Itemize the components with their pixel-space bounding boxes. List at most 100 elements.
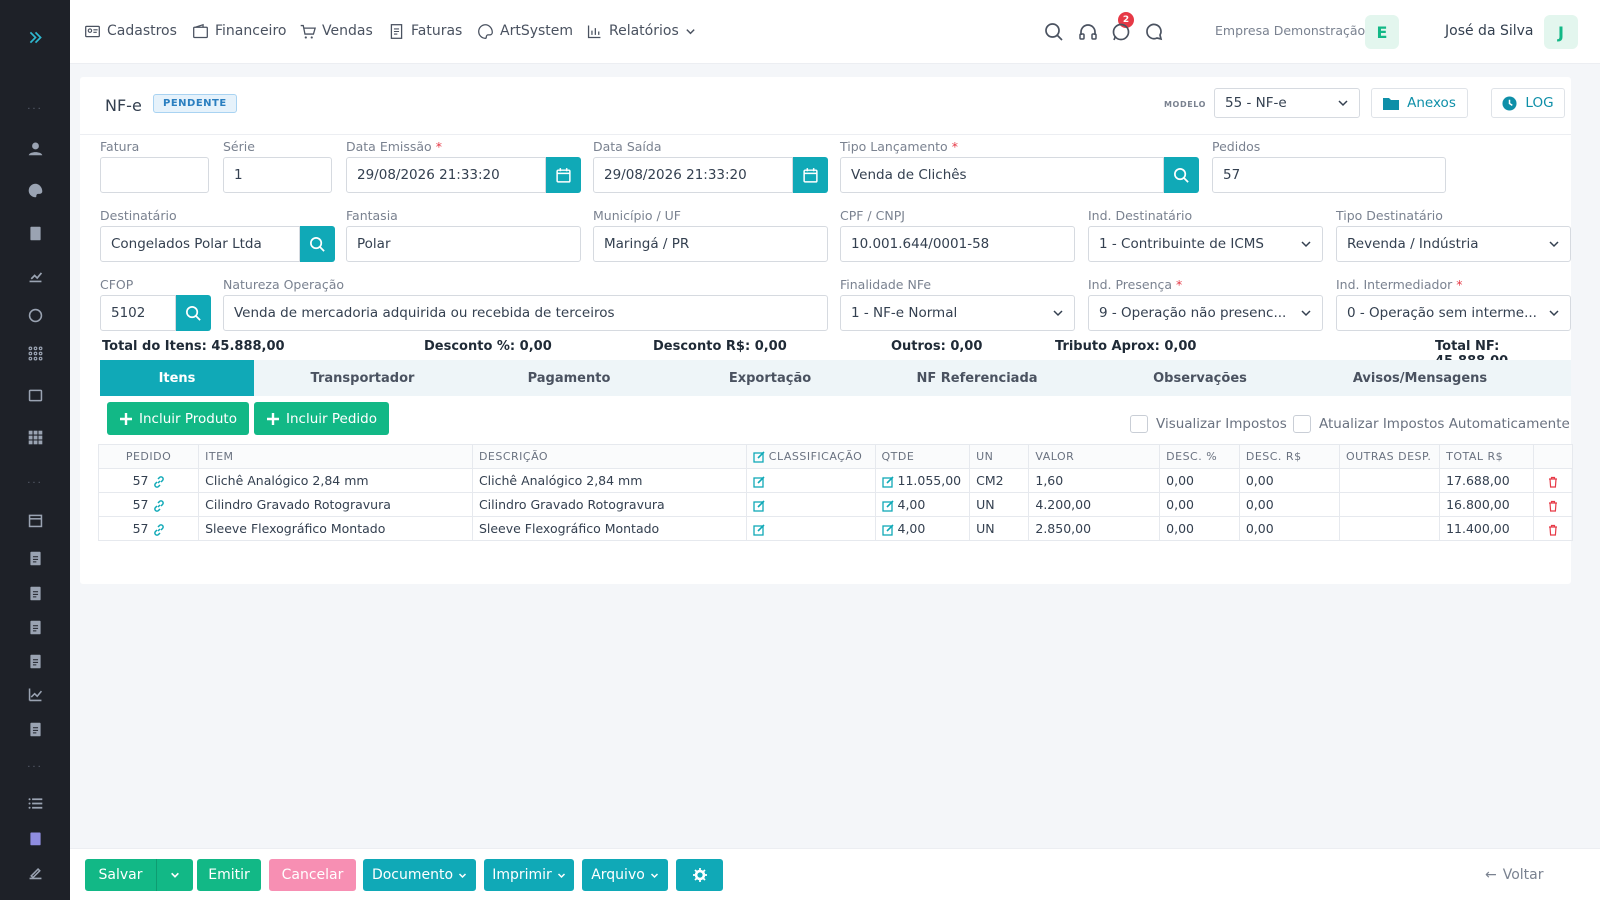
chevron-down-icon <box>1549 241 1559 248</box>
nav-cadastros[interactable]: Cadastros <box>84 0 177 62</box>
modelo-select[interactable]: 55 - NF-e <box>1214 88 1360 118</box>
chart-icon[interactable] <box>0 264 70 286</box>
file-text-icon[interactable] <box>0 650 70 672</box>
fantasia-input[interactable]: Polar <box>346 226 581 262</box>
headset-icon[interactable] <box>1077 21 1099 43</box>
imprimir-dropdown[interactable]: Imprimir <box>484 859 574 891</box>
pedidos-input[interactable]: 57 <box>1212 157 1446 193</box>
link-icon[interactable] <box>153 475 165 488</box>
edit-icon[interactable] <box>753 523 765 536</box>
fatura-input[interactable] <box>100 157 209 193</box>
link-icon[interactable] <box>153 523 165 536</box>
palette-icon[interactable] <box>0 179 70 201</box>
arquivo-label: Arquivo <box>591 867 645 883</box>
tab-pagamento[interactable]: Pagamento <box>494 360 644 396</box>
table-row[interactable]: 57 Clichê Analógico 2,84 mm Clichê Analó… <box>97 468 1573 493</box>
trash-icon[interactable] <box>1547 500 1559 512</box>
whatsapp-icon[interactable] <box>1110 21 1132 43</box>
nav-vendas[interactable]: Vendas <box>299 0 373 62</box>
edit-icon[interactable] <box>881 499 894 512</box>
cfop-search-button[interactable] <box>176 295 211 331</box>
cart-icon <box>300 24 316 39</box>
anexos-label: Anexos <box>1407 95 1456 111</box>
salvar-button[interactable]: Salvar <box>85 859 156 891</box>
tab-itens[interactable]: Itens <box>100 360 254 396</box>
destinatario-search-button[interactable] <box>300 226 335 262</box>
nav-relatorios[interactable]: Relatórios <box>586 0 696 62</box>
arquivo-dropdown[interactable]: Arquivo <box>582 859 668 891</box>
edit-icon[interactable] <box>753 475 765 488</box>
user-avatar[interactable]: J <box>1544 15 1578 49</box>
file-text-icon[interactable] <box>0 547 70 569</box>
natureza-input[interactable]: Venda de mercadoria adquirida ou recebid… <box>223 295 828 331</box>
data-saida-input[interactable]: 29/08/2026 21:33:20 <box>593 157 793 193</box>
municipio-input[interactable]: Maringá / PR <box>593 226 828 262</box>
data-emissao-calendar-button[interactable] <box>546 157 581 193</box>
edit-icon[interactable] <box>881 475 894 488</box>
tab-nf-referenciada[interactable]: NF Referenciada <box>892 360 1062 396</box>
nav-faturas[interactable]: Faturas <box>388 0 462 62</box>
ind-destinatario-select[interactable]: 1 - Contribuinte de ICMS <box>1088 226 1323 262</box>
edit-icon[interactable] <box>753 499 765 512</box>
search-icon[interactable] <box>1043 21 1065 43</box>
documento-dropdown[interactable]: Documento <box>363 859 476 891</box>
nav-financeiro[interactable]: Financeiro <box>192 0 286 62</box>
tipo-lancamento-search-button[interactable] <box>1164 157 1199 193</box>
ind-presenca-select[interactable]: 9 - Operação não presenc... <box>1088 295 1323 331</box>
tab-avisos-mensagens[interactable]: Avisos/Mensagens <box>1335 360 1505 396</box>
line-chart-icon[interactable] <box>0 683 70 705</box>
voltar-link[interactable]: ← Voltar <box>1485 867 1544 883</box>
edit-icon[interactable] <box>753 451 765 463</box>
list-icon[interactable] <box>0 792 70 814</box>
cancelar-button[interactable]: Cancelar <box>269 859 356 891</box>
checkbox-box[interactable] <box>1130 415 1148 433</box>
cnpj-input[interactable]: 10.001.644/0001-58 <box>840 226 1075 262</box>
whatsapp-icon[interactable] <box>0 304 70 326</box>
chat-icon[interactable] <box>1143 21 1165 43</box>
file-text-icon[interactable] <box>0 718 70 740</box>
user-icon[interactable] <box>0 137 70 159</box>
edit-icon[interactable] <box>881 523 894 536</box>
checkbox-box[interactable] <box>1293 415 1311 433</box>
table-row[interactable]: 57 Sleeve Flexográfico Montado Sleeve Fl… <box>97 516 1573 541</box>
cfop-input[interactable]: 5102 <box>100 295 176 331</box>
file-text-icon[interactable] <box>0 582 70 604</box>
tab-observacoes[interactable]: Observações <box>1125 360 1275 396</box>
serie-input[interactable]: 1 <box>223 157 332 193</box>
ind-intermediador-select[interactable]: 0 - Operação sem interme... <box>1336 295 1571 331</box>
destinatario-input[interactable]: Congelados Polar Ltda <box>100 226 300 262</box>
user-name[interactable]: José da Silva <box>1445 23 1534 39</box>
trash-icon[interactable] <box>1547 524 1559 536</box>
grid-dots-icon[interactable] <box>0 342 70 364</box>
apps-grid-icon[interactable] <box>0 426 70 448</box>
tab-transportador[interactable]: Transportador <box>280 360 445 396</box>
inbox-icon[interactable] <box>0 384 70 406</box>
expand-menu-icon[interactable] <box>0 26 70 48</box>
salvar-dropdown-button[interactable] <box>156 859 193 891</box>
tipo-destinatario-select[interactable]: Revenda / Indústria <box>1336 226 1571 262</box>
finalidade-select[interactable]: 1 - NF-e Normal <box>840 295 1075 331</box>
anexos-button[interactable]: Anexos <box>1371 88 1468 118</box>
tipo-lancamento-input[interactable]: Venda de Clichês <box>840 157 1164 193</box>
chevron-down-icon <box>686 28 695 34</box>
tab-exportacao[interactable]: Exportação <box>695 360 845 396</box>
data-emissao-input[interactable]: 29/08/2026 21:33:20 <box>346 157 546 193</box>
signature-icon[interactable] <box>0 861 70 883</box>
link-icon[interactable] <box>153 499 165 512</box>
clipboard-icon[interactable] <box>0 827 70 849</box>
company-avatar[interactable]: E <box>1365 15 1399 49</box>
trash-icon[interactable] <box>1547 476 1559 488</box>
incluir-pedido-button[interactable]: Incluir Pedido <box>254 402 389 435</box>
calendar-icon[interactable] <box>0 509 70 531</box>
settings-button[interactable] <box>676 859 723 891</box>
document-icon[interactable] <box>0 222 70 244</box>
emitir-button[interactable]: Emitir <box>197 859 261 891</box>
atualizar-impostos-checkbox[interactable]: Atualizar Impostos Automaticamente <box>1293 415 1570 433</box>
file-text-icon[interactable] <box>0 616 70 638</box>
nav-artsystem[interactable]: ArtSystem <box>477 0 573 62</box>
table-row[interactable]: 57 Cilindro Gravado Rotogravura Cilindro… <box>97 492 1573 517</box>
data-saida-calendar-button[interactable] <box>793 157 828 193</box>
log-button[interactable]: LOG <box>1491 88 1565 118</box>
incluir-produto-button[interactable]: Incluir Produto <box>107 402 249 435</box>
visualizar-impostos-checkbox[interactable]: Visualizar Impostos <box>1130 415 1287 433</box>
